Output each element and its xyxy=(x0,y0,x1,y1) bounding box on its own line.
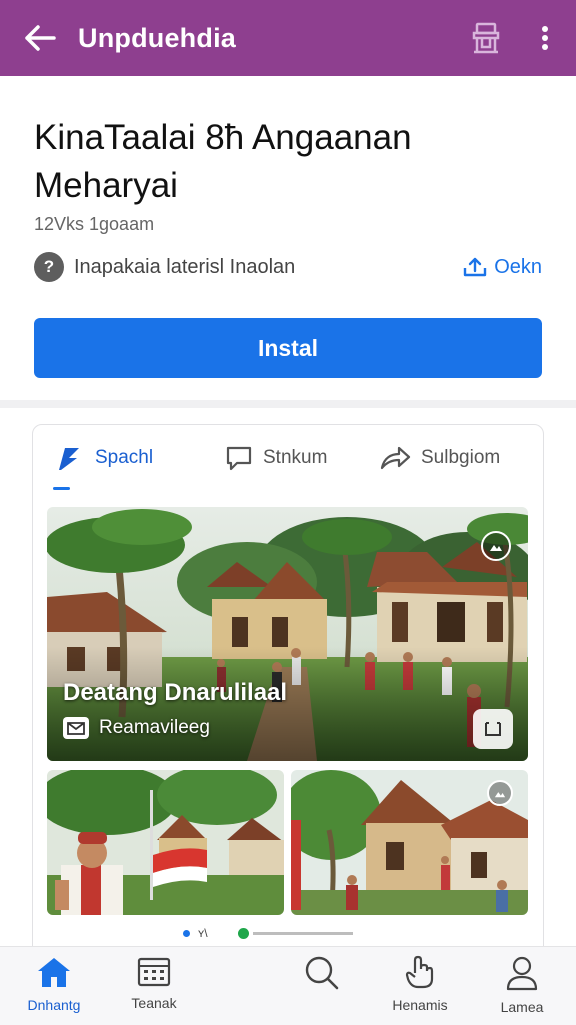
chat-icon xyxy=(226,446,252,471)
back-button[interactable] xyxy=(20,18,60,58)
nav-henamis[interactable]: Henamis xyxy=(370,955,470,1021)
tab-label: Stnkum xyxy=(263,447,328,468)
boy-with-flag-image xyxy=(47,770,284,915)
image-icon xyxy=(490,545,502,551)
expand-button[interactable] xyxy=(473,709,513,749)
thumbnail-options-button[interactable] xyxy=(487,780,513,806)
nav-teanak[interactable]: Teanak xyxy=(104,955,204,1021)
page-title: Unpduehdia xyxy=(78,22,236,53)
app-info-section: KinaTaalai 8ħ Angaanan Meharyai 12Vks 1g… xyxy=(0,76,576,400)
hand-icon xyxy=(405,955,434,989)
tab-label: Sulbgiom xyxy=(421,447,501,468)
frame-icon xyxy=(485,722,501,736)
gallery-thumbnail-1[interactable] xyxy=(47,770,284,915)
more-options-button[interactable] xyxy=(530,18,560,58)
app-title: KinaTaalai 8ħ Angaanan Meharyai xyxy=(34,114,534,210)
hero-subtitle-row: Reamavileeg xyxy=(63,717,210,739)
top-app-bar: Unpduehdia xyxy=(0,0,576,76)
share-icon xyxy=(463,257,487,277)
app-title-line-1: KinaTaalai 8ħ Angaanan xyxy=(34,118,412,157)
tab-spachl[interactable]: Spachl xyxy=(55,441,153,475)
install-button[interactable]: Instal xyxy=(34,318,542,378)
search-icon xyxy=(305,956,339,990)
gallery-pager: ʏ\ xyxy=(183,925,403,941)
nav-profile[interactable]: Lamea xyxy=(472,955,572,1021)
store-button[interactable] xyxy=(466,18,506,58)
tab-label: Spachl xyxy=(95,447,154,468)
nav-home[interactable]: Dnhantg xyxy=(4,955,104,1021)
hero-subtitle: Reamavileeg xyxy=(99,717,210,738)
pager-dot-active[interactable] xyxy=(183,929,190,937)
nav-label: Teanak xyxy=(131,995,177,1011)
section-divider xyxy=(0,400,576,408)
storefront-icon xyxy=(472,22,500,54)
share-button[interactable]: Oekn xyxy=(462,256,542,279)
active-tab-indicator xyxy=(53,487,70,490)
pager-track xyxy=(252,931,353,935)
share-label: Oekn xyxy=(494,255,542,278)
app-title-line-2: Meharyai xyxy=(34,166,178,205)
calendar-grid-icon xyxy=(137,957,171,987)
tab-sulbgiom[interactable]: Sulbgiom xyxy=(379,441,500,475)
tab-bar: Spachl Stnkum Sulbgiom xyxy=(33,425,543,491)
media-card: Spachl Stnkum Sulbgiom Deatang Dnarulila… xyxy=(32,424,544,986)
image-icon xyxy=(494,792,506,798)
share-arrow-icon xyxy=(380,446,411,470)
app-meta: 12Vks 1goaam xyxy=(34,214,155,234)
pager-dot-green[interactable] xyxy=(237,927,249,939)
nav-label: Lamea xyxy=(500,999,544,1015)
bottom-navigation: Dnhantg Teanak Henamis Lamea xyxy=(0,946,576,1025)
category-label: Inapakaia laterisl Inaolan xyxy=(74,255,296,278)
hero-title: Deatang Dnarulilaal xyxy=(63,679,288,706)
gallery-thumbnail-2[interactable] xyxy=(291,770,528,915)
help-icon: ? xyxy=(34,252,64,282)
hero-image[interactable]: Deatang Dnarulilaal Reamavileeg xyxy=(47,507,528,761)
tab-stnkum[interactable]: Stnkum xyxy=(225,441,327,475)
nav-label: Henamis xyxy=(392,997,448,1013)
pager-label: ʏ\ xyxy=(198,926,208,940)
bolt-icon xyxy=(59,448,79,470)
back-arrow-icon xyxy=(25,25,56,51)
nav-search[interactable] xyxy=(272,955,372,1021)
image-options-button[interactable] xyxy=(481,531,511,561)
nav-label: Dnhantg xyxy=(27,997,81,1013)
home-icon xyxy=(38,958,70,987)
kebab-menu-icon xyxy=(542,26,548,50)
category-row: ? Inapakaia laterisl Inaolan Oekn xyxy=(34,250,542,284)
mail-icon xyxy=(63,717,89,739)
person-icon xyxy=(506,956,538,991)
